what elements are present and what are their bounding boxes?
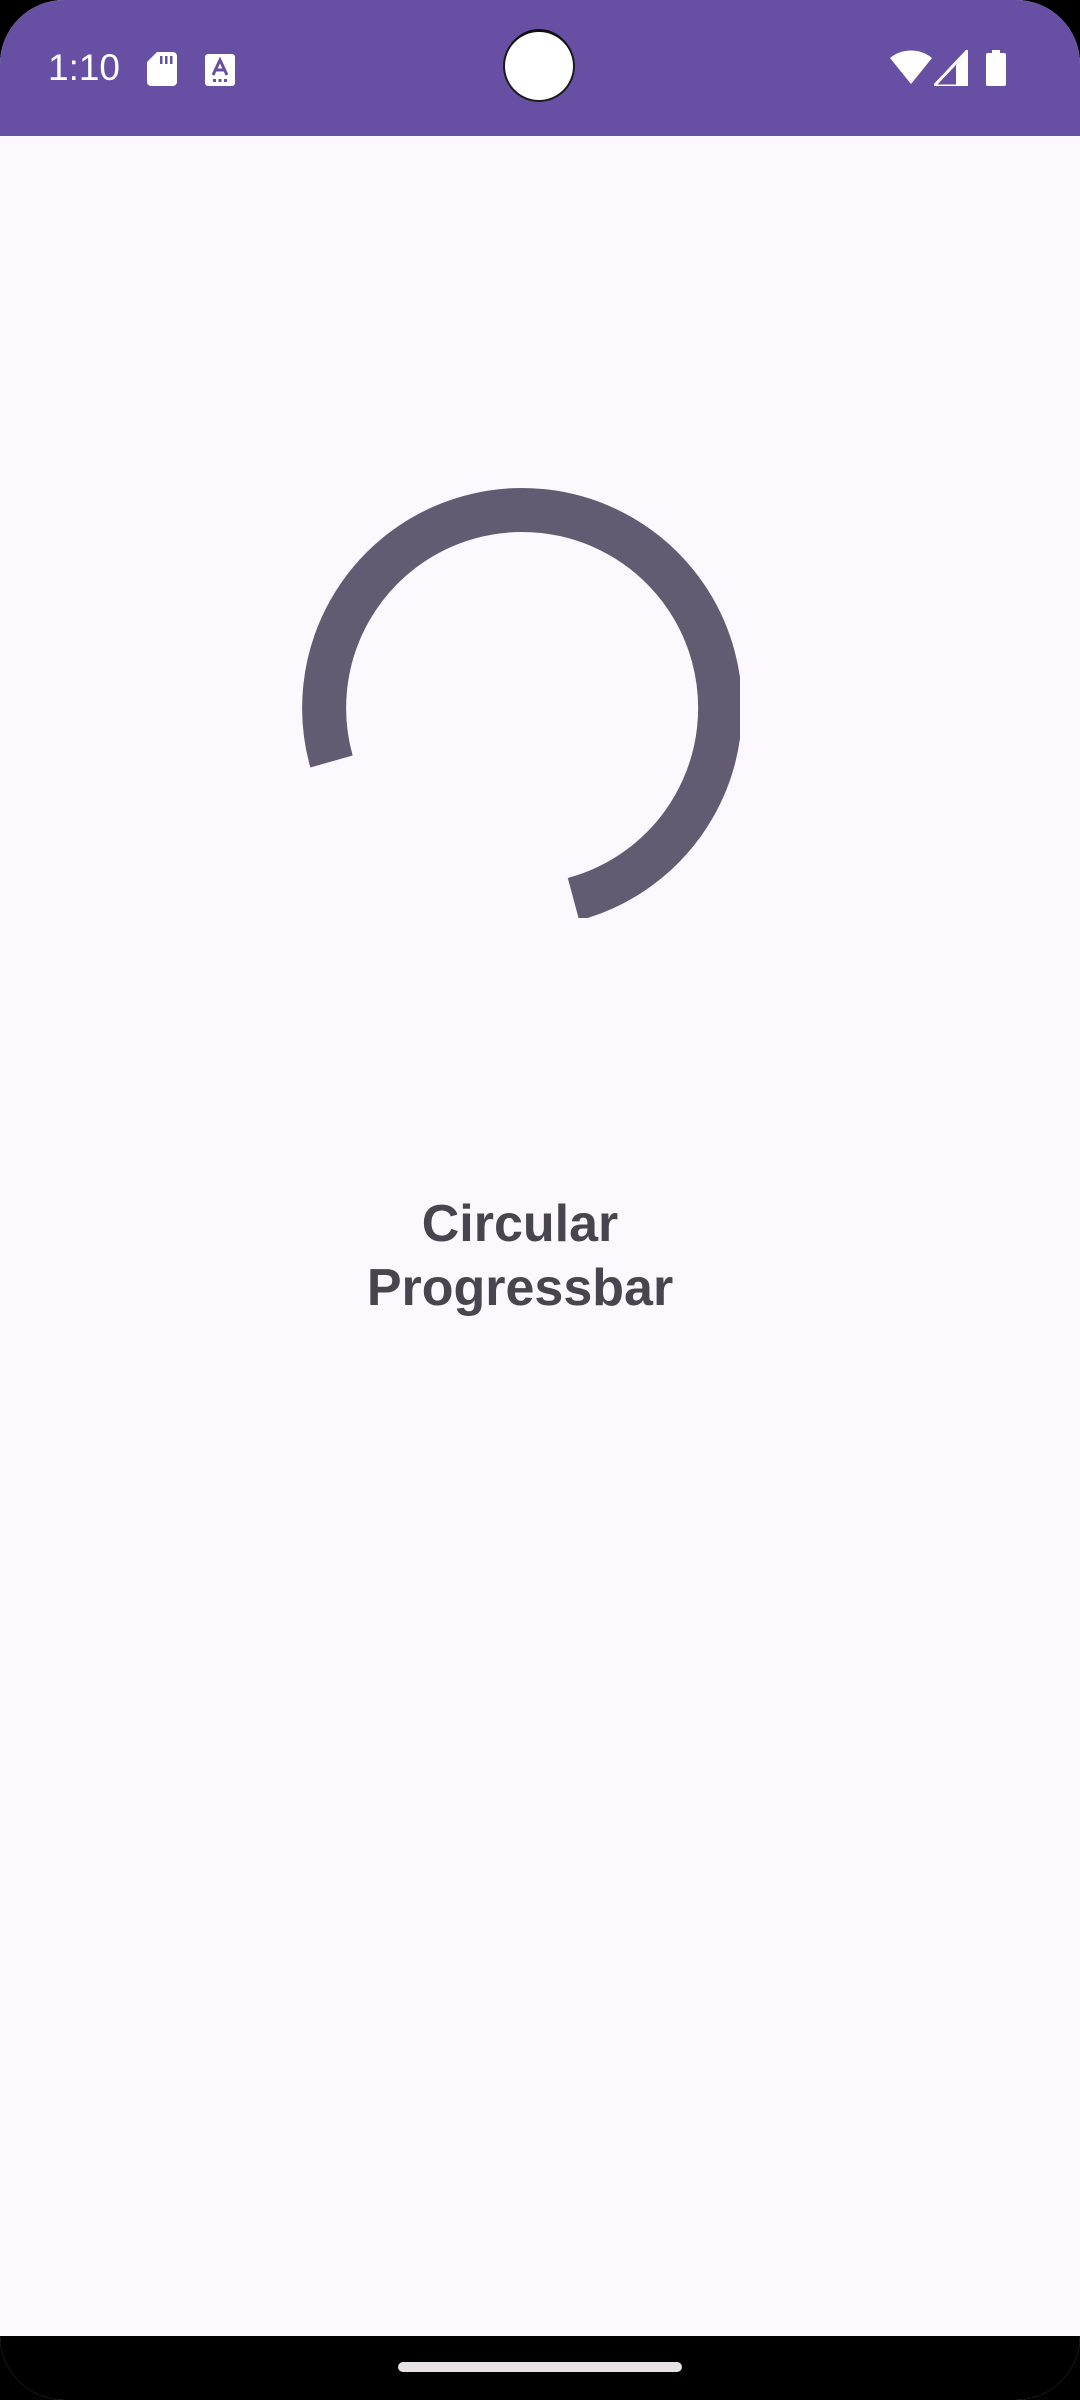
status-time: 1:10 <box>48 47 121 88</box>
status-bar: 1:10 <box>0 0 1080 136</box>
camera-cutout <box>505 32 573 100</box>
home-handle[interactable] <box>398 2362 682 2372</box>
circular-progress-indicator <box>302 488 740 918</box>
text-a-icon <box>205 54 235 86</box>
wifi-icon <box>890 50 932 84</box>
battery-icon <box>986 50 1006 86</box>
sd-card-icon <box>147 52 177 86</box>
cellular-signal-icon <box>934 50 968 86</box>
page-title: Circular Progressbar <box>366 1195 674 1317</box>
phone-screen: 1:10 Circular Progressbar <box>0 0 1080 2400</box>
